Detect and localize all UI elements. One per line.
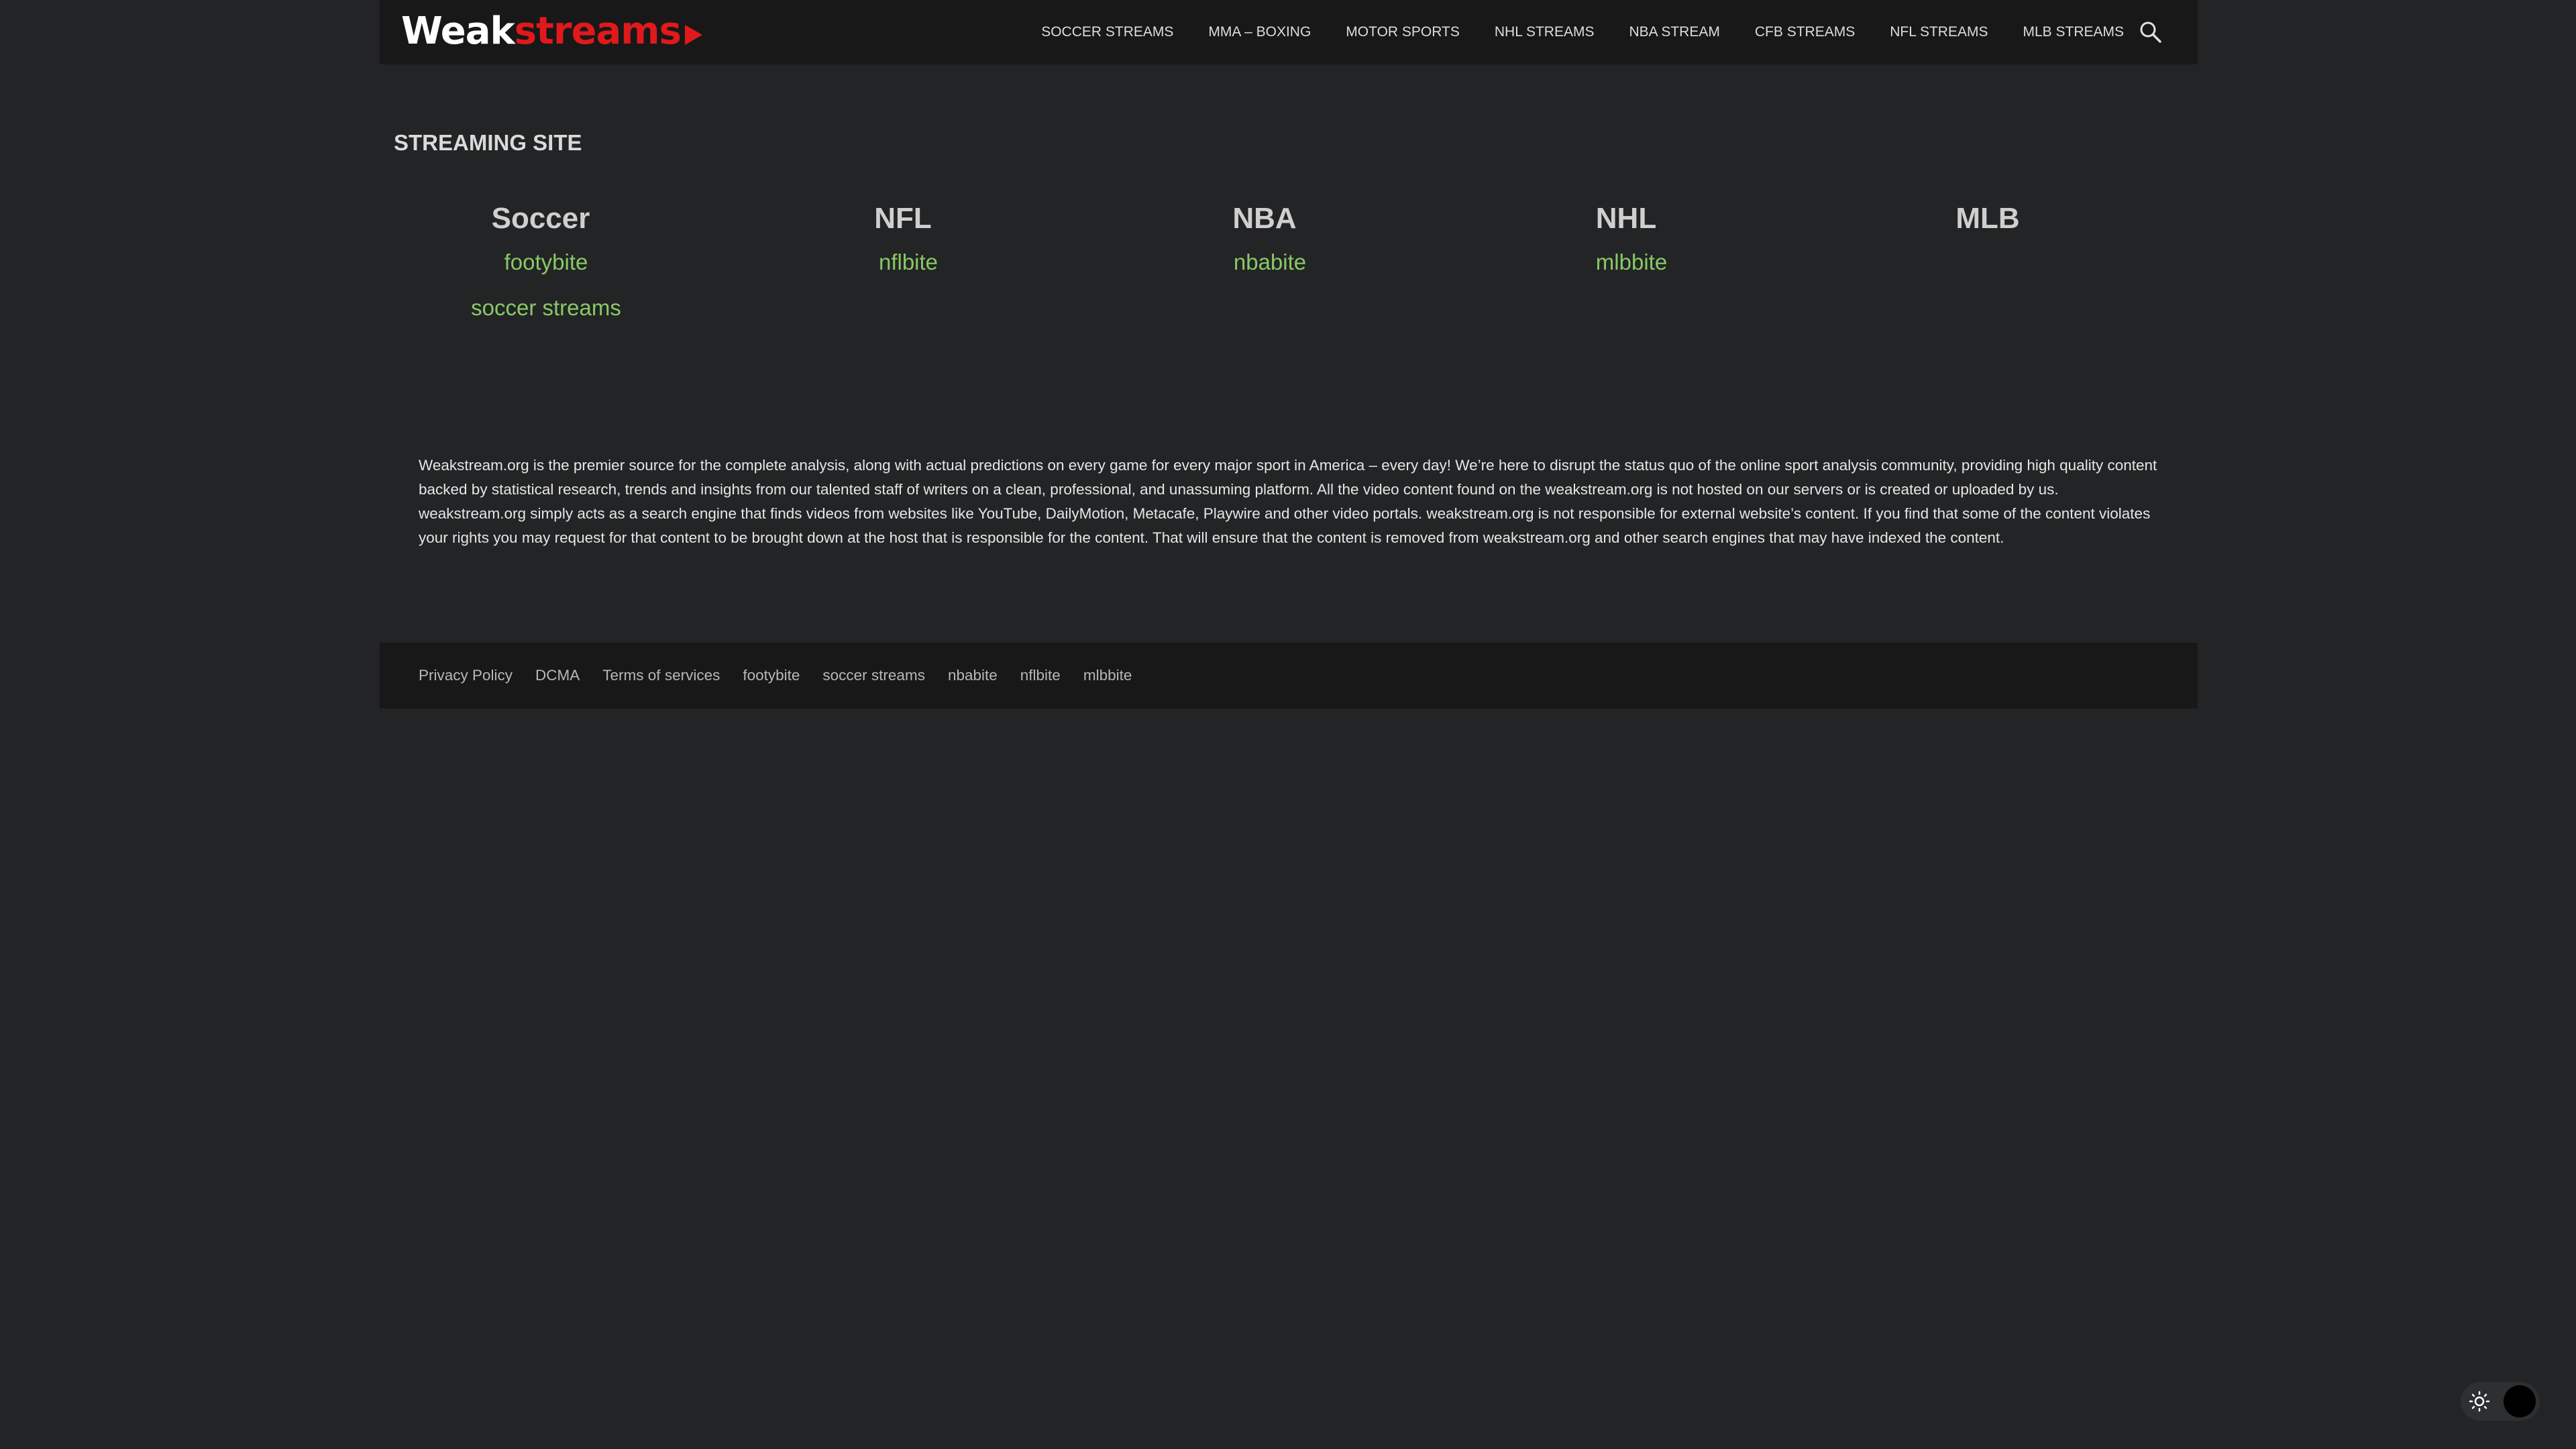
sport-title-nfl: NFL: [874, 202, 932, 235]
logo-text-streams: streams: [514, 9, 682, 53]
search-icon[interactable]: [2139, 20, 2163, 44]
sports-grid: Soccer footybite soccer streams NFL nflb…: [380, 199, 2198, 333]
link-mlbbite[interactable]: mlbbite: [1492, 249, 1760, 276]
footer-link-privacy-policy[interactable]: Privacy Policy: [419, 667, 513, 684]
sport-column-soccer: Soccer footybite soccer streams: [407, 199, 675, 321]
nav-nhl-streams[interactable]: NHL STREAMS: [1495, 24, 1595, 40]
sport-title-soccer: Soccer: [491, 202, 590, 235]
nav-mlb-streams[interactable]: MLB STREAMS: [2023, 24, 2124, 40]
main-content: STREAMING SITE Soccer footybite soccer s…: [380, 64, 2198, 643]
theme-toggle[interactable]: [2461, 1382, 2540, 1421]
sport-column-nba: NBA nbabite: [1130, 199, 1399, 276]
about-text: Weakstream.org is the premier source for…: [419, 457, 2157, 546]
link-soccer-streams[interactable]: soccer streams: [407, 294, 675, 321]
nav-mma-boxing[interactable]: MMA – BOXING: [1208, 24, 1311, 40]
logo-text-weak: Weak: [401, 9, 515, 53]
nav-nfl-streams[interactable]: NFL STREAMS: [1890, 24, 1988, 40]
logo-play-icon: [684, 24, 702, 45]
sport-column-nhl: NHL mlbbite: [1492, 199, 1760, 276]
section-title: STREAMING SITE: [394, 130, 582, 155]
footer-link-mlbbite[interactable]: mlbbite: [1083, 667, 1132, 684]
sport-column-nfl: NFL nflbite: [769, 199, 1037, 276]
sport-title-nhl: NHL: [1595, 202, 1657, 235]
site-header: Weak streams SOCCER STREAMS MMA – BOXING …: [380, 0, 2198, 64]
site-logo[interactable]: Weak streams: [401, 9, 702, 53]
moon-icon: [2504, 1385, 2536, 1417]
nav-soccer-streams[interactable]: SOCCER STREAMS: [1041, 24, 1173, 40]
footer-link-soccer-streams[interactable]: soccer streams: [822, 667, 925, 684]
link-footybite[interactable]: footybite: [407, 249, 675, 276]
footer-link-terms[interactable]: Terms of services: [602, 667, 720, 684]
footer-link-dcma[interactable]: DCMA: [535, 667, 580, 684]
link-nflbite[interactable]: nflbite: [769, 249, 1037, 276]
page: Weak streams SOCCER STREAMS MMA – BOXING …: [380, 0, 2198, 708]
nav-cfb-streams[interactable]: CFB STREAMS: [1755, 24, 1855, 40]
main-nav: SOCCER STREAMS MMA – BOXING MOTOR SPORTS…: [1006, 0, 2124, 64]
sport-title-nba: NBA: [1232, 202, 1297, 235]
footer-link-nflbite[interactable]: nflbite: [1020, 667, 1061, 684]
site-footer: Privacy Policy DCMA Terms of services fo…: [380, 643, 2198, 708]
nav-motor-sports[interactable]: MOTOR SPORTS: [1346, 24, 1460, 40]
footer-link-footybite[interactable]: footybite: [743, 667, 800, 684]
footer-link-nbabite[interactable]: nbabite: [948, 667, 998, 684]
link-nbabite[interactable]: nbabite: [1130, 249, 1399, 276]
nav-nba-stream[interactable]: NBA STREAM: [1629, 24, 1719, 40]
sport-column-mlb: MLB: [1854, 199, 2122, 239]
sport-title-mlb: MLB: [1955, 202, 2020, 235]
sun-icon: [2469, 1391, 2490, 1412]
